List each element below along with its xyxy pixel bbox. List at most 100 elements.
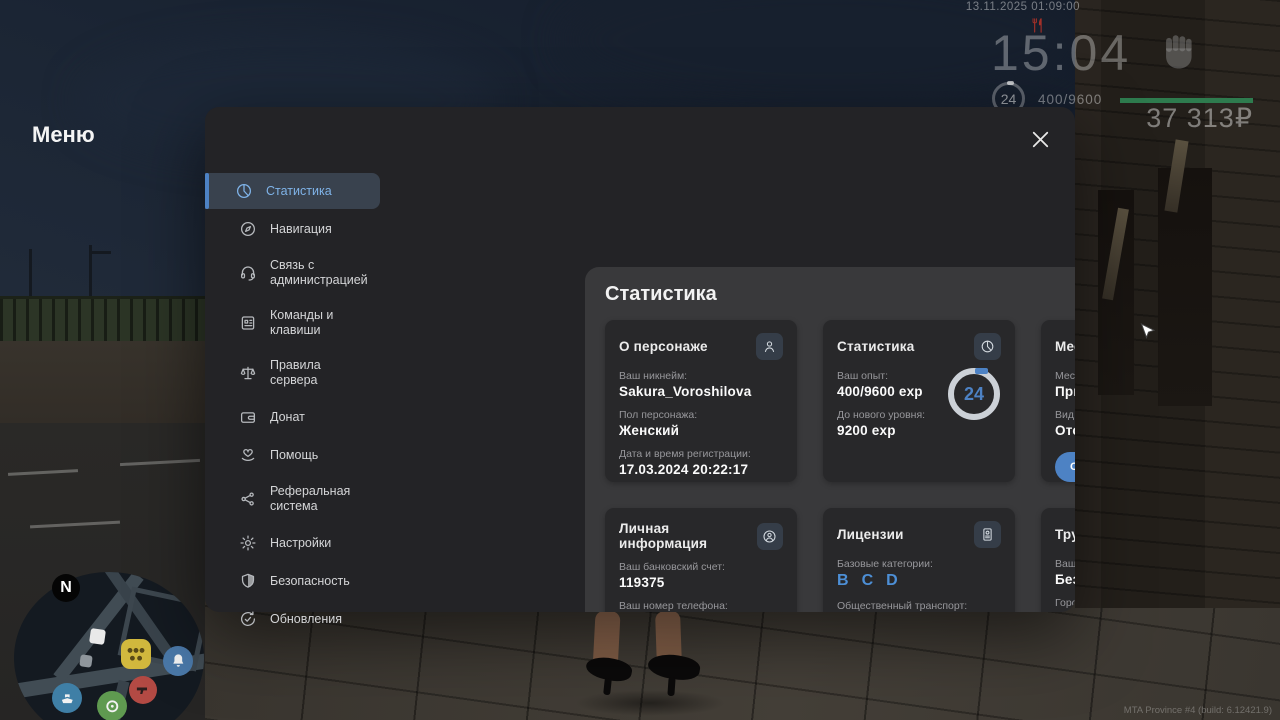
field-value: 119375 [619,575,665,590]
sidebar-item-label: Связь с администрацией [270,258,368,287]
field-label: Вид имущества: [1055,409,1075,421]
field-label: Дата и время регистрации: [619,448,751,460]
update-check-icon [239,610,257,628]
gray-square [79,654,93,668]
headset-icon [239,264,257,282]
sidebar-item-label: Донат [270,409,305,424]
card-field: Дата и время регистрации: 17.03.2024 20:2… [619,448,783,477]
character-shadow [575,690,725,716]
card-title: Место жительства [1055,339,1075,354]
card-title: Статистика [837,339,915,354]
sidebar-item-label: Навигация [270,221,332,236]
person-circle-icon [756,522,783,550]
close-icon[interactable] [1027,126,1054,153]
railway-bridge [0,296,212,347]
card-field: Ваш номер телефона:8 (963) 147-24-10 [619,600,783,612]
card-field: Ваш никнейм: Sakura_Voroshilova [619,370,783,399]
sidebar-item-label: Безопасность [270,573,350,588]
card-statistics: Статистика Ваш опыт: 400/9600 exp До нового… [823,320,1015,482]
page-title: Статистика [605,283,717,305]
sidebar-item-label: Реферальная система [270,484,351,513]
sidebar-item-statistics[interactable]: Статистика [205,173,380,209]
card-field: Пол персонажа: Женский [619,409,783,438]
sidebar-item-help[interactable]: Помощь [205,437,380,473]
menu-content: Статистика О персонаже Ваш никнейм: Sakura… [585,267,1075,612]
scales-icon [239,364,257,382]
sidebar-item-commands-keys[interactable]: Команды и клавиши [205,299,380,347]
sidebar-nav: Статистика Навигация Связь с администрацие… [205,171,380,639]
journal-icon [239,314,257,332]
sidebar-item-donate[interactable]: Донат [205,399,380,435]
card-field: Ваш банковский счет: 119375 [619,561,783,590]
sidebar-item-navigation[interactable]: Навигация [205,211,380,247]
sidebar-item-admin-contact[interactable]: Связь с администрацией [205,249,380,297]
sidebar-item-label: Команды и клавиши [270,308,334,337]
card-title: Личная информация [619,521,708,551]
level-progress-ring: 24 [948,368,1000,420]
card-title: Лицензии [837,527,904,542]
sidebar-item-label: Правила сервера [270,358,321,387]
mouse-cursor [1140,322,1156,343]
fist-icon [1158,30,1200,82]
sidebar-item-server-rules[interactable]: Правила сервера [205,349,380,397]
sidebar-item-label: Статистика [266,183,332,198]
field-label: Ваш банковский счет: [619,561,725,573]
sidebar-item-updates[interactable]: Обновления [205,601,380,637]
card-title: Трудоустройство [1055,527,1075,542]
field-value: Приволжск [1055,384,1075,399]
boat-blip [52,683,82,713]
right-heel [667,676,676,697]
pie-chart-icon [974,333,1001,360]
card-about-character: О персонаже Ваш никнейм: Sakura_Voroshilov… [605,320,797,482]
wallet-icon [239,408,257,426]
mark-on-map-button[interactable]: Отметить на карте [1055,452,1075,482]
card-field: Ваша должность: Безработный [1055,558,1075,587]
field-label: Ваш номер телефона: [619,600,728,612]
referral-network-icon [239,490,257,508]
server-watermark: MTA Province #4 (build: 6.12421.9) [1123,705,1272,716]
menu-title: Меню [32,122,95,147]
field-value: 17.03.2024 20:22:17 [619,462,749,477]
gear-icon [239,534,257,552]
sidebar-item-settings[interactable]: Настройки [205,525,380,561]
bell-blip [163,646,193,676]
field-label: Место проживания: [1055,370,1075,382]
field-value: Отсутствует [1055,423,1075,438]
card-field: Город трудоустройства: Отсутствует [1055,597,1075,612]
card-employment: Трудоустройство Ваша должность: Безработны… [1041,508,1075,612]
compass-north: N [52,574,80,602]
taxi-blip [121,639,151,669]
sidebar-item-label: Обновления [270,611,342,626]
field-value: Безработный [1055,572,1075,587]
field-label: Город трудоустройства: [1055,597,1075,609]
card-licenses: Лицензии Базовые категории: B C D Общественны… [823,508,1015,612]
level-value: 24 [963,383,985,404]
card-title: О персонаже [619,339,708,354]
license-letter: D [886,572,898,589]
card-field: Общественный транспорт: [837,600,1001,612]
hud-datetime: 13.11.2025 01:09:00 [965,1,1080,13]
field-value: Отсутствует [1055,611,1075,612]
field-value: Женский [619,423,680,438]
hud-clock: 15:04 [991,25,1132,81]
field-value: Sakura_Voroshilova [619,384,752,399]
shield-icon [239,572,257,590]
hunger-icon [1029,17,1046,34]
card-field: Вид имущества: Отсутствует [1055,409,1075,438]
heart-hands-icon [239,446,257,464]
sidebar-item-security[interactable]: Безопасность [205,563,380,599]
dirt-ground [0,341,212,423]
license-categories: BCD [837,572,1001,590]
field-value: 9200 exp [837,423,896,438]
card-field: Базовые категории: B C D [837,558,1001,590]
license-letter: C [861,572,874,589]
game-screen: 13.11.2025 01:09:00 15:04 24 400/9600 37… [0,0,1280,720]
field-label: Общественный транспорт: [837,600,968,612]
field-label: Пол персонажа: [619,409,698,421]
sidebar-item-label: Помощь [270,447,319,462]
cards-grid: О персонаже Ваш никнейм: Sakura_Voroshilov… [605,320,1075,612]
id-card-icon [974,521,1001,548]
card-field: Место проживания: Приволжск [1055,370,1075,399]
sidebar-item-referral-system[interactable]: Реферальная система [205,475,380,523]
field-label: Ваша должность: [1055,558,1075,570]
